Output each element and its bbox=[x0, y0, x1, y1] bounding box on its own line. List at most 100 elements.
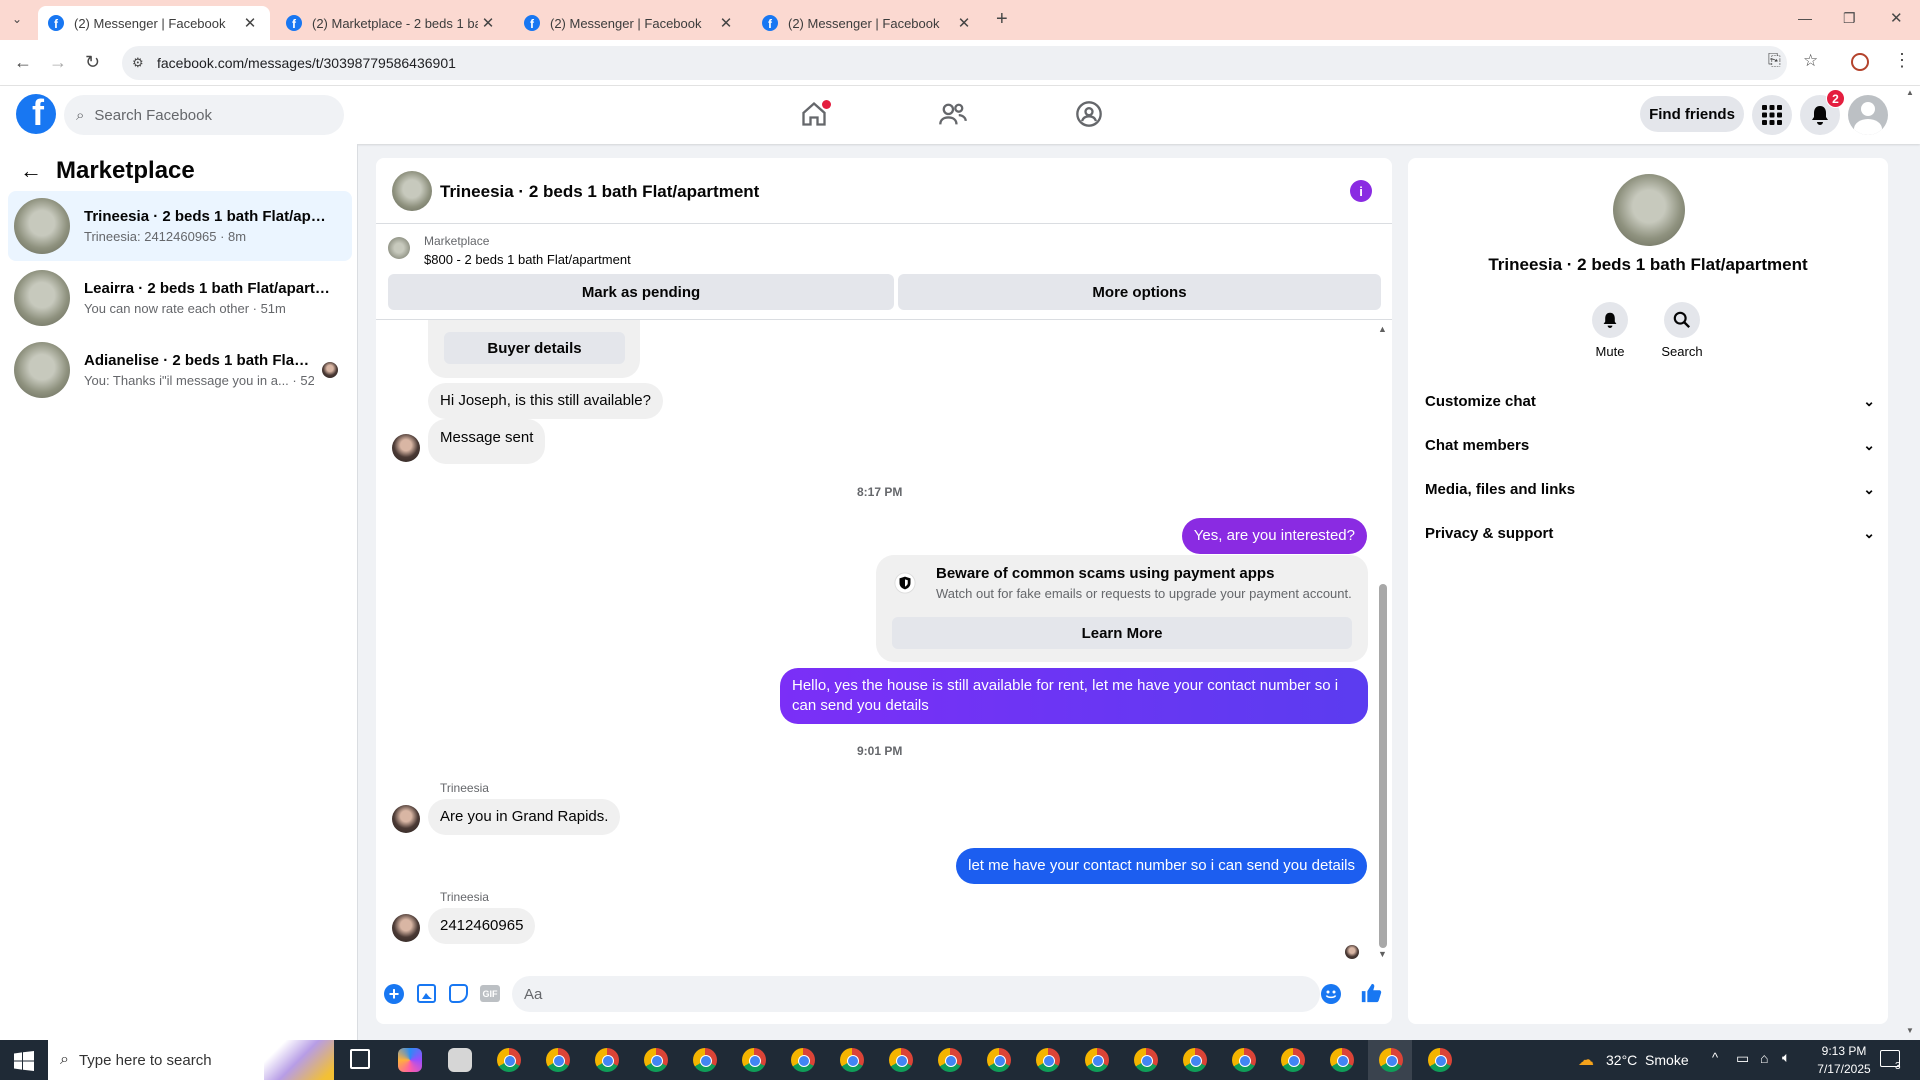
close-icon[interactable]: ✕ bbox=[954, 14, 974, 32]
bookmark-star-icon[interactable]: ☆ bbox=[1803, 51, 1818, 71]
chrome-taskbar-icon[interactable] bbox=[693, 1048, 717, 1072]
browser-tab-3[interactable]: f (2) Messenger | Facebook ✕ bbox=[514, 6, 746, 40]
new-tab-plus-icon[interactable]: + bbox=[996, 8, 1008, 31]
page-scroll-up-icon[interactable]: ▲ bbox=[1906, 88, 1914, 97]
minimize-icon[interactable]: — bbox=[1798, 10, 1812, 26]
close-icon[interactable]: ✕ bbox=[240, 14, 260, 32]
chrome-taskbar-icon[interactable] bbox=[1428, 1048, 1452, 1072]
scroll-up-icon[interactable]: ▲ bbox=[1378, 324, 1387, 334]
page-scroll-down-icon[interactable]: ▼ bbox=[1906, 1026, 1914, 1035]
meet-icon[interactable]: ▭ bbox=[1736, 1050, 1749, 1067]
chrome-taskbar-icon[interactable] bbox=[938, 1048, 962, 1072]
taskbar-search-box[interactable]: ⌕ Type here to search bbox=[48, 1040, 334, 1080]
reload-icon[interactable]: ↻ bbox=[85, 52, 100, 73]
chrome-taskbar-icon[interactable] bbox=[595, 1048, 619, 1072]
account-avatar[interactable] bbox=[1848, 95, 1888, 135]
menu-grid-icon[interactable] bbox=[1752, 95, 1792, 135]
mute-label[interactable]: Mute bbox=[1580, 344, 1640, 359]
conversation-item[interactable]: Leairra · 2 beds 1 bath Flat/apartm... Yo… bbox=[8, 263, 352, 333]
chrome-taskbar-icon[interactable] bbox=[742, 1048, 766, 1072]
listing-price-title[interactable]: $800 - 2 beds 1 bath Flat/apartment bbox=[424, 252, 631, 267]
facebook-logo-icon[interactable]: f bbox=[16, 94, 56, 134]
chrome-taskbar-icon[interactable] bbox=[497, 1048, 521, 1072]
chrome-taskbar-icon[interactable] bbox=[546, 1048, 570, 1072]
learn-more-button[interactable]: Learn More bbox=[892, 617, 1352, 649]
volume-icon[interactable]: 🔈︎ bbox=[1782, 1049, 1790, 1066]
chrome-taskbar-icon[interactable] bbox=[1085, 1048, 1109, 1072]
conversation-preview: You: Thanks i"il message you in a... · 5… bbox=[84, 373, 314, 388]
browser-tab-2[interactable]: f (2) Marketplace - 2 beds 1 bath ✕ bbox=[276, 6, 508, 40]
more-options-button[interactable]: More options bbox=[898, 274, 1381, 310]
chrome-taskbar-icon[interactable] bbox=[840, 1048, 864, 1072]
browser-tab-4[interactable]: f (2) Messenger | Facebook ✕ bbox=[752, 6, 984, 40]
listing-thumbnail bbox=[14, 270, 70, 326]
chat-title[interactable]: Trineesia · 2 beds 1 bath Flat/apartment bbox=[440, 182, 759, 202]
buyer-details-button[interactable]: Buyer details bbox=[444, 332, 625, 364]
listing-mini-thumbnail bbox=[388, 237, 410, 259]
customize-chat-section[interactable]: Customize chat ⌄ bbox=[1425, 386, 1875, 416]
app-icon[interactable] bbox=[448, 1048, 472, 1072]
photo-icon[interactable] bbox=[417, 984, 436, 1003]
message-composer-input[interactable]: Aa bbox=[512, 976, 1320, 1012]
clock-date[interactable]: 7/17/2025 bbox=[1810, 1062, 1878, 1076]
info-icon[interactable]: i bbox=[1350, 180, 1372, 202]
chrome-taskbar-icon[interactable] bbox=[889, 1048, 913, 1072]
conversation-item[interactable]: Adianelise · 2 beds 1 bath Flat/a... You:… bbox=[8, 335, 352, 405]
gif-icon[interactable]: GIF bbox=[480, 985, 500, 1002]
sender-avatar[interactable] bbox=[392, 805, 420, 833]
chrome-taskbar-icon[interactable] bbox=[1330, 1048, 1354, 1072]
like-thumb-icon[interactable] bbox=[1360, 982, 1382, 1004]
back-icon[interactable]: ← bbox=[14, 52, 32, 73]
install-app-icon[interactable]: ⎘ bbox=[1768, 52, 1781, 70]
emoji-icon[interactable] bbox=[1321, 984, 1341, 1004]
chrome-taskbar-icon[interactable] bbox=[1183, 1048, 1207, 1072]
seen-receipt-avatar bbox=[1345, 945, 1359, 959]
restore-icon[interactable]: ❐ bbox=[1843, 10, 1856, 27]
chat-thumbnail[interactable] bbox=[392, 171, 432, 211]
profile-icon[interactable] bbox=[1851, 53, 1869, 71]
forward-icon[interactable]: → bbox=[49, 52, 67, 73]
sender-avatar[interactable] bbox=[392, 914, 420, 942]
url-text[interactable]: facebook.com/messages/t/3039877958643690… bbox=[157, 55, 456, 71]
chrome-taskbar-icon[interactable] bbox=[644, 1048, 668, 1072]
search-icon[interactable] bbox=[1664, 302, 1700, 338]
task-view-icon[interactable] bbox=[350, 1049, 370, 1069]
tray-chevron-icon[interactable]: ^ bbox=[1712, 1050, 1718, 1065]
chrome-taskbar-icon[interactable] bbox=[1281, 1048, 1305, 1072]
media-files-links-section[interactable]: Media, files and links ⌄ bbox=[1425, 474, 1875, 504]
close-icon[interactable]: ✕ bbox=[478, 14, 498, 32]
chrome-taskbar-icon-active[interactable] bbox=[1379, 1048, 1403, 1072]
site-info-icon[interactable]: ⚙ bbox=[132, 55, 144, 71]
facebook-search-input[interactable]: ⌕ Search Facebook bbox=[64, 95, 344, 135]
window-close-icon[interactable]: ✕ bbox=[1890, 9, 1903, 27]
search-label[interactable]: Search bbox=[1652, 344, 1712, 359]
chat-scrollbar-thumb[interactable] bbox=[1379, 584, 1387, 948]
chat-members-section[interactable]: Chat members ⌄ bbox=[1425, 430, 1875, 460]
browser-tab-1[interactable]: f (2) Messenger | Facebook ✕ bbox=[38, 6, 270, 40]
friends-icon[interactable] bbox=[938, 100, 968, 128]
conversation-item[interactable]: Trineesia · 2 beds 1 bath Flat/apart... T… bbox=[8, 191, 352, 261]
find-friends-button[interactable]: Find friends bbox=[1640, 96, 1744, 132]
chrome-taskbar-icon[interactable] bbox=[791, 1048, 815, 1072]
close-icon[interactable]: ✕ bbox=[716, 14, 736, 32]
add-plus-icon[interactable]: + bbox=[384, 984, 404, 1004]
network-icon[interactable]: ⌂ bbox=[1760, 1050, 1768, 1066]
mark-as-pending-button[interactable]: Mark as pending bbox=[388, 274, 894, 310]
windows-start-icon[interactable] bbox=[14, 1051, 34, 1071]
chrome-taskbar-icon[interactable] bbox=[987, 1048, 1011, 1072]
mute-bell-icon[interactable] bbox=[1592, 302, 1628, 338]
chrome-taskbar-icon[interactable] bbox=[1036, 1048, 1060, 1072]
chrome-taskbar-icon[interactable] bbox=[1134, 1048, 1158, 1072]
chrome-taskbar-icon[interactable] bbox=[1232, 1048, 1256, 1072]
profile-thumbnail[interactable] bbox=[1613, 174, 1685, 246]
copilot-icon[interactable] bbox=[398, 1048, 422, 1072]
scroll-down-icon[interactable]: ▼ bbox=[1378, 949, 1387, 959]
weather-text[interactable]: 32°C Smoke bbox=[1606, 1052, 1689, 1068]
sender-avatar[interactable] bbox=[392, 434, 420, 462]
groups-icon[interactable] bbox=[1075, 100, 1103, 128]
privacy-support-section[interactable]: Privacy & support ⌄ bbox=[1425, 518, 1875, 548]
tab-search-icon[interactable]: ⌄ bbox=[12, 12, 22, 26]
clock-time[interactable]: 9:13 PM bbox=[1812, 1044, 1876, 1058]
back-arrow-icon[interactable]: ← bbox=[20, 158, 42, 184]
chrome-menu-icon[interactable]: ⋮ bbox=[1893, 50, 1911, 71]
